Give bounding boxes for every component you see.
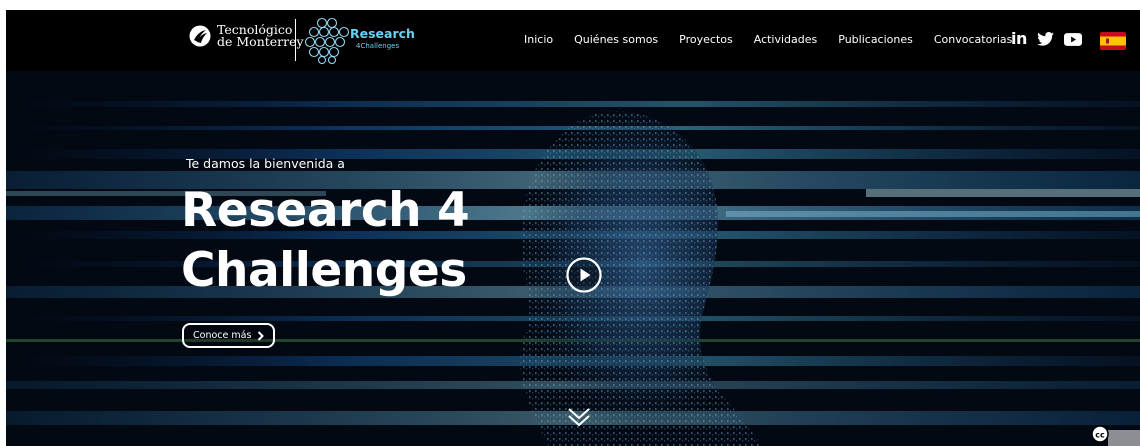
hero-banner: Te damos la bienvenida a Research 4 Chal… — [6, 71, 1140, 446]
nav-actividades[interactable]: Actividades — [754, 33, 818, 46]
cc-label: cc — [1095, 431, 1105, 440]
hero-title: Research 4 Challenges — [181, 181, 470, 301]
r4c-logo-title: Research — [350, 26, 415, 41]
tec-logo-icon — [189, 25, 211, 47]
cc-badge-bar — [1108, 430, 1140, 446]
conoce-mas-label: Conoce más — [193, 330, 252, 341]
hero-title-line1: Research 4 — [181, 183, 470, 238]
twitter-icon[interactable] — [1036, 32, 1054, 46]
main-nav: Inicio Quiénes somos Proyectos Actividad… — [524, 33, 1012, 46]
nav-publicaciones[interactable]: Publicaciones — [838, 33, 913, 46]
double-chevron-down-icon[interactable] — [566, 405, 592, 431]
top-navbar: Tecnológico de Monterrey Research 4Chall… — [6, 10, 1140, 71]
nav-quienes-somos[interactable]: Quiénes somos — [574, 33, 658, 46]
hero-title-line2: Challenges — [181, 243, 467, 298]
research4challenges-logo-icon[interactable] — [302, 16, 354, 64]
nav-inicio[interactable]: Inicio — [524, 33, 553, 46]
creative-commons-icon[interactable]: cc — [1091, 425, 1109, 443]
nav-proyectos[interactable]: Proyectos — [679, 33, 733, 46]
tec-monterrey-logo[interactable]: Tecnológico de Monterrey — [189, 23, 304, 49]
linkedin-icon[interactable]: in — [1011, 31, 1027, 47]
tec-logo-line2: de Monterrey — [217, 34, 304, 49]
social-links: in — [1011, 31, 1082, 47]
r4c-logo-subtitle: 4Challenges — [356, 42, 400, 50]
play-icon[interactable] — [566, 257, 602, 293]
tec-logo-text: Tecnológico de Monterrey — [217, 23, 304, 49]
page-frame: Tecnológico de Monterrey Research 4Chall… — [6, 10, 1140, 446]
research4challenges-logo-text[interactable]: Research 4Challenges — [350, 26, 415, 52]
youtube-icon[interactable] — [1063, 32, 1082, 46]
logo-divider — [295, 19, 296, 61]
chevron-right-icon — [258, 330, 265, 341]
nav-convocatorias[interactable]: Convocatorias — [934, 33, 1013, 46]
hero-welcome-text: Te damos la bienvenida a — [186, 156, 345, 171]
spain-flag-icon[interactable] — [1100, 32, 1126, 50]
conoce-mas-button[interactable]: Conoce más — [182, 323, 276, 348]
